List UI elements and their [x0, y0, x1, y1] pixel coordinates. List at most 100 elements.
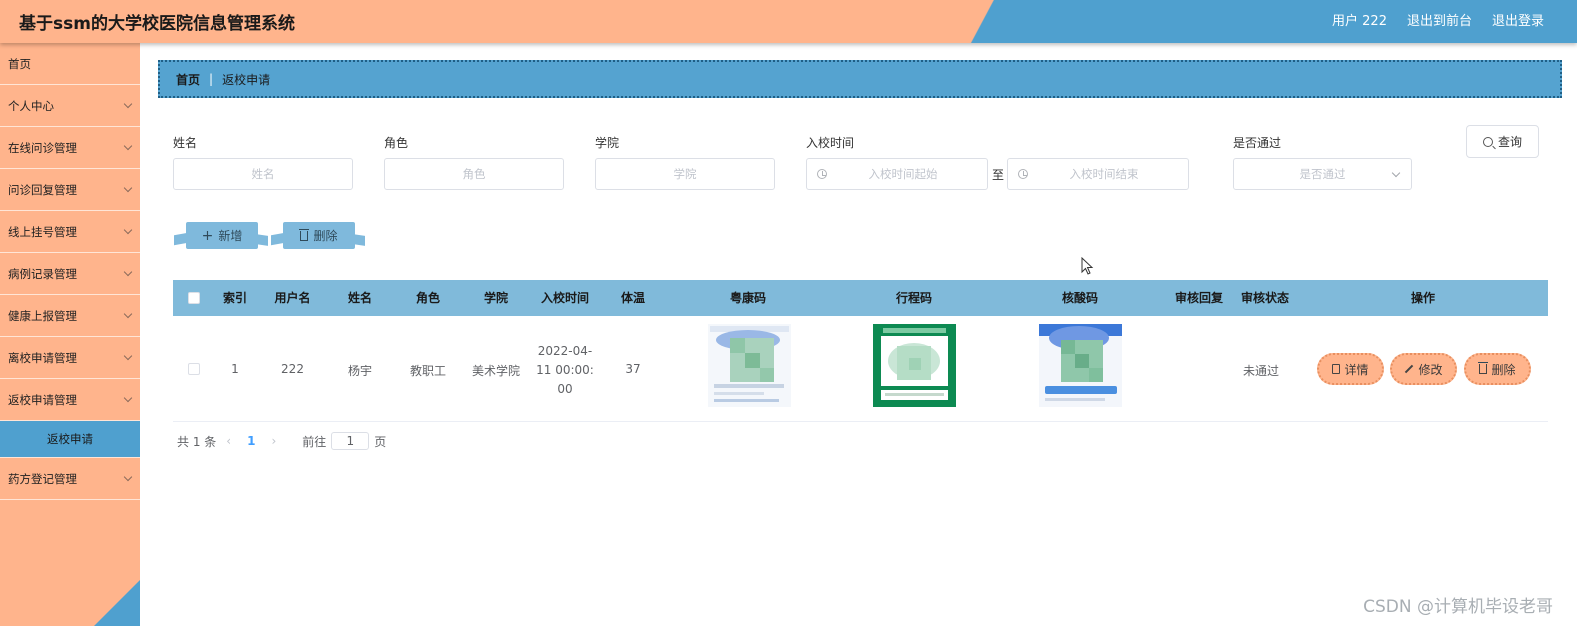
- column-header: 用户名: [274, 291, 311, 305]
- sidebar-item-personal-center[interactable]: 个人中心: [0, 85, 140, 127]
- chevron-down-icon: [123, 309, 133, 319]
- college-input[interactable]: [595, 158, 775, 190]
- sidebar-item-label: 在线问诊管理: [8, 140, 77, 155]
- column-header: 行程码: [895, 291, 932, 305]
- sidebar-item-prescription[interactable]: 药方登记管理: [0, 458, 140, 500]
- name-input[interactable]: [173, 158, 353, 190]
- sidebar-item-label: 药方登记管理: [8, 471, 77, 486]
- sidebar-item-leave-school[interactable]: 离校申请管理: [0, 337, 140, 379]
- entry-time-line: 2022-04-: [537, 344, 593, 358]
- pagination: 共 1 条 ‹ 1 › 前往 页: [177, 432, 386, 450]
- sidebar-item-case-records[interactable]: 病例记录管理: [0, 253, 140, 295]
- mouse-cursor-icon: [1081, 257, 1094, 275]
- cell-college: 美术学院: [471, 364, 520, 378]
- column-header: 姓名: [347, 291, 372, 305]
- sidebar-item-consult-reply[interactable]: 问诊回复管理: [0, 169, 140, 211]
- cell-review-status: 未通过: [1242, 364, 1279, 378]
- plus-icon: +: [201, 227, 214, 244]
- column-header: 索引: [222, 291, 247, 305]
- breadcrumb-home[interactable]: 首页: [176, 71, 200, 88]
- column-header: 粤康码: [729, 291, 766, 305]
- select-all-checkbox[interactable]: [188, 292, 200, 304]
- table-row: 1 222 杨宇 教职工 美术学院 2022-04- 11 00:00: 00 …: [173, 316, 1548, 422]
- entry-time-end-input[interactable]: [1008, 167, 1188, 181]
- pagination-page[interactable]: 1: [247, 434, 255, 448]
- sidebar-item-return-school[interactable]: 返校申请管理: [0, 379, 140, 421]
- button-decoration: [353, 234, 365, 246]
- user-label: 用户 222: [1332, 14, 1387, 29]
- sidebar-item-label: 个人中心: [8, 98, 54, 113]
- sidebar-item-health-report[interactable]: 健康上报管理: [0, 295, 140, 337]
- app-title: 基于ssm的大学校医院信息管理系统: [19, 14, 295, 34]
- passed-select[interactable]: 是否通过: [1233, 158, 1412, 190]
- sidebar-item-label: 健康上报管理: [8, 308, 77, 323]
- trash-icon: [299, 228, 310, 241]
- query-button[interactable]: 查询: [1466, 125, 1539, 158]
- pagination-prev[interactable]: ‹: [226, 434, 231, 448]
- chevron-down-icon: [123, 351, 133, 361]
- trip-code-image[interactable]: [873, 324, 956, 407]
- clock-icon: [817, 169, 827, 179]
- clock-icon: [1018, 169, 1028, 179]
- column-header: 体温: [620, 291, 645, 305]
- chevron-down-icon: [123, 99, 133, 109]
- detail-button[interactable]: 详情: [1317, 353, 1384, 385]
- edit-icon: [1405, 364, 1414, 374]
- pagination-goto-input[interactable]: [331, 432, 370, 450]
- add-button-label: 新增: [218, 229, 243, 243]
- sidebar-item-label: 线上挂号管理: [8, 224, 77, 239]
- sidebar-item-online-consult[interactable]: 在线问诊管理: [0, 127, 140, 169]
- cell-username: 222: [281, 362, 304, 376]
- table-header: 索引 用户名 姓名 角色 学院 入校时间 体温 粤康码 行程码 核酸码 审核回复…: [173, 280, 1548, 316]
- pagination-total: 共 1 条: [177, 434, 217, 449]
- column-header: 角色: [415, 291, 440, 305]
- chevron-down-icon: [123, 472, 133, 482]
- exit-to-front-link[interactable]: 退出到前台: [1407, 10, 1472, 29]
- chevron-down-icon: [123, 225, 133, 235]
- role-input[interactable]: [384, 158, 564, 190]
- query-button-label: 查询: [1497, 135, 1522, 149]
- column-header: 学院: [483, 291, 508, 305]
- batch-delete-button[interactable]: 删除: [271, 222, 365, 249]
- trash-icon: [1478, 362, 1489, 374]
- passed-label: 是否通过: [1233, 136, 1282, 150]
- entry-time-end-picker[interactable]: [1007, 158, 1189, 190]
- column-header: 审核状态: [1240, 291, 1289, 305]
- delete-button-label: 删除: [1491, 362, 1516, 377]
- button-decoration: [256, 234, 268, 246]
- sidebar-item-label: 返校申请管理: [8, 392, 77, 407]
- chevron-down-icon: [123, 267, 133, 277]
- edit-button-label: 修改: [1418, 362, 1443, 377]
- passed-select-placeholder: 是否通过: [1299, 167, 1346, 181]
- top-nav: 用户 222 退出到前台 退出登录: [1332, 10, 1544, 29]
- nucleic-acid-code-image[interactable]: [1039, 324, 1122, 407]
- sidebar-subitem-return-application[interactable]: 返校申请: [0, 421, 140, 458]
- cell-temperature: 37: [625, 362, 641, 376]
- entry-time-start-picker[interactable]: [806, 158, 988, 190]
- breadcrumb-current: 返校申请: [222, 72, 271, 87]
- row-checkbox[interactable]: [188, 363, 200, 375]
- sidebar-item-registration[interactable]: 线上挂号管理: [0, 211, 140, 253]
- chevron-down-icon: [1391, 168, 1401, 178]
- top-bar: 基于ssm的大学校医院信息管理系统 用户 222 退出到前台 退出登录: [0, 0, 1577, 43]
- sidebar-corner-decoration: [94, 580, 140, 626]
- button-decoration: [271, 232, 285, 246]
- sidebar-item-label: 返校申请: [47, 432, 93, 446]
- entry-time-line: 11 00:00:: [536, 363, 594, 377]
- logout-link[interactable]: 退出登录: [1492, 10, 1544, 29]
- health-code-image[interactable]: [708, 324, 791, 407]
- sidebar-item-label: 病例记录管理: [8, 266, 77, 281]
- column-header: 操作: [1410, 291, 1435, 305]
- column-header: 核酸码: [1061, 291, 1098, 305]
- edit-button[interactable]: 修改: [1390, 353, 1457, 385]
- column-header: 入校时间: [540, 291, 589, 305]
- add-button[interactable]: + 新增: [174, 222, 268, 249]
- sidebar: 首页 个人中心 在线问诊管理 问诊回复管理 线上挂号管理 病例记录管理 健康上报…: [0, 43, 140, 626]
- sidebar-item-home[interactable]: 首页: [0, 43, 140, 85]
- detail-button-label: 详情: [1344, 362, 1369, 377]
- breadcrumb-separator: |: [209, 72, 214, 86]
- entry-time-start-input[interactable]: [807, 167, 987, 181]
- pagination-next[interactable]: ›: [271, 434, 276, 448]
- delete-button[interactable]: 删除: [1464, 353, 1531, 385]
- pagination-goto-label: 前往: [302, 434, 327, 449]
